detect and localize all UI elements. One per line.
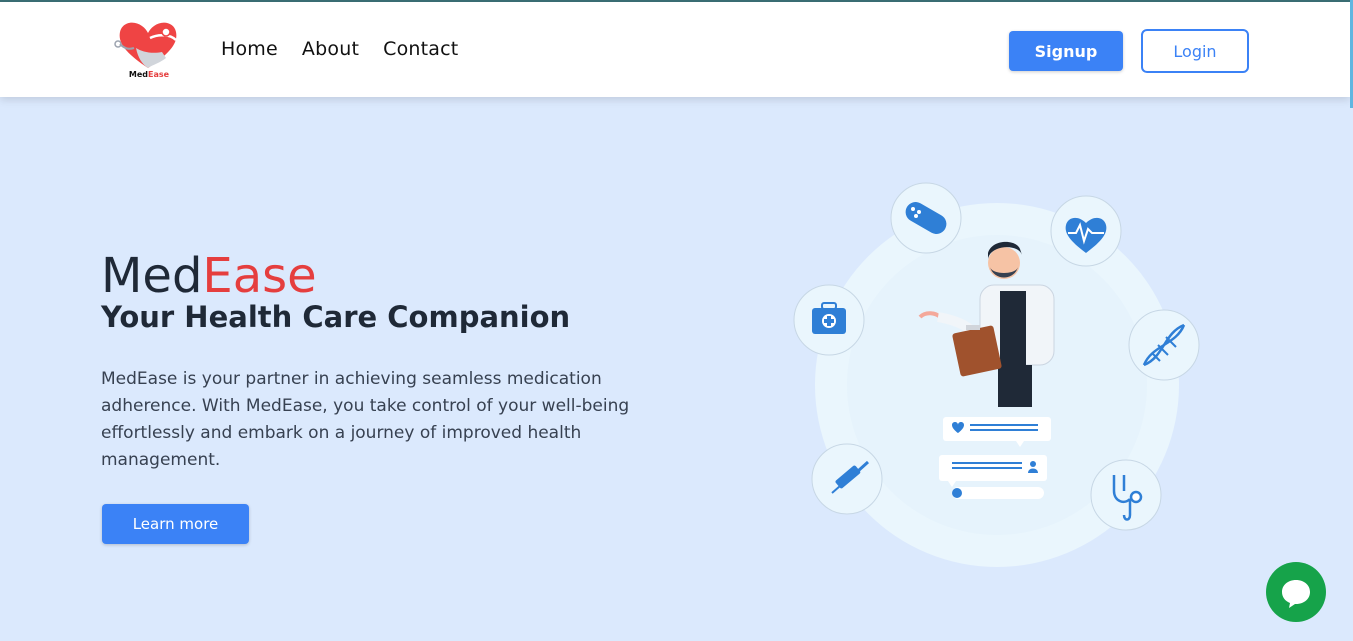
bandage-icon: [890, 182, 962, 254]
logo-text-med: Med: [128, 70, 149, 79]
signup-button[interactable]: Signup: [1009, 31, 1123, 71]
doctor-illustration: [780, 175, 1220, 575]
logo-text-ease: Ease: [148, 70, 170, 79]
nav-about-link[interactable]: About: [302, 38, 359, 60]
dna-icon: [1128, 309, 1200, 381]
nav-home-link[interactable]: Home: [221, 38, 278, 60]
hero-subtitle: Your Health Care Companion: [101, 300, 571, 334]
chat-icon: [1282, 580, 1310, 608]
logo[interactable]: MedEase: [114, 18, 182, 82]
hero-title-ease: Ease: [202, 248, 317, 304]
learn-more-button[interactable]: Learn more: [102, 504, 249, 544]
heart-pulse-icon: [1050, 195, 1122, 267]
chat-widget-button[interactable]: [1266, 562, 1326, 622]
hero-title-med: Med: [101, 248, 203, 304]
main-nav: Home About Contact: [221, 38, 458, 60]
first-aid-kit-icon: [793, 284, 865, 356]
logo-wordmark: MedEase: [114, 70, 184, 79]
stethoscope-icon: [1090, 459, 1162, 531]
hero-description: MedEase is your partner in achieving sea…: [101, 369, 630, 470]
nav-contact-link[interactable]: Contact: [383, 38, 458, 60]
syringe-icon: [811, 443, 883, 515]
hero-title: MedEase: [101, 250, 317, 302]
navbar: MedEase Home About Contact Signup Login: [0, 2, 1350, 97]
login-button[interactable]: Login: [1141, 29, 1249, 73]
heart-logo-icon: [114, 22, 177, 68]
